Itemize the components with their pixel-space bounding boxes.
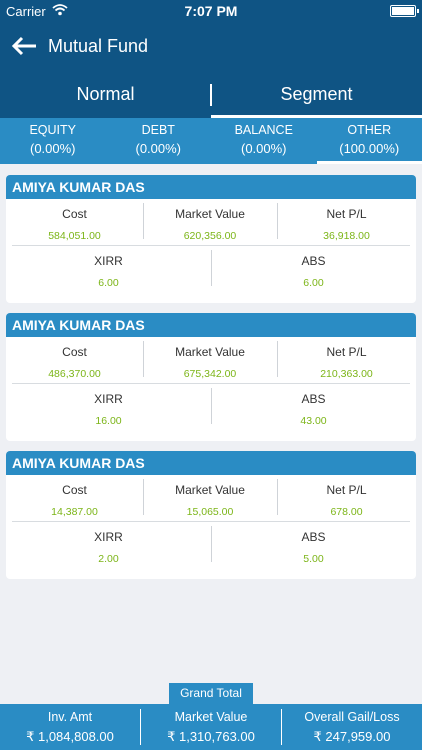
net-pl-label: Net P/L bbox=[326, 483, 367, 497]
fund-card[interactable]: AMIYA KUMAR DAS Cost 584,051.00 Market Va… bbox=[6, 175, 416, 303]
overall-gain-loss-value: ₹ 247,959.00 bbox=[313, 729, 391, 744]
abs-value: 43.00 bbox=[300, 415, 327, 427]
cost-label: Cost bbox=[62, 345, 87, 359]
xirr-label: XIRR bbox=[94, 254, 123, 268]
fund-card[interactable]: AMIYA KUMAR DAS Cost 14,387.00 Market Val… bbox=[6, 451, 416, 579]
market-value: 675,342.00 bbox=[183, 368, 237, 380]
overall-gain-loss-label: Overall Gail/Loss bbox=[304, 710, 400, 724]
xirr-value: 16.00 bbox=[95, 415, 122, 427]
segment-percent: (0.00%) bbox=[29, 141, 76, 156]
cost-value: 14,387.00 bbox=[51, 506, 98, 518]
abs-label: ABS bbox=[301, 392, 326, 406]
segment-percent: (100.00%) bbox=[339, 141, 400, 156]
fund-card[interactable]: AMIYA KUMAR DAS Cost 486,370.00 Market Va… bbox=[6, 313, 416, 441]
status-bar: Carrier 7:07 PM bbox=[0, 0, 422, 22]
net-pl-label: Net P/L bbox=[326, 207, 367, 221]
grand-total-label: Grand Total bbox=[169, 683, 253, 704]
market-value-label: Market Value bbox=[175, 345, 245, 359]
market-value-label: Market Value bbox=[175, 207, 245, 221]
xirr-label: XIRR bbox=[94, 530, 123, 544]
cost-label: Cost bbox=[62, 207, 87, 221]
segment-tabs: EQUITY (0.00%) DEBT (0.00%) BALANCE (0.0… bbox=[0, 118, 422, 164]
abs-label: ABS bbox=[301, 530, 326, 544]
battery-icon bbox=[390, 5, 419, 17]
total-market-value: ₹ 1,310,763.00 bbox=[167, 729, 255, 744]
app-bar: Mutual Fund bbox=[0, 22, 422, 72]
inv-amt-label: Inv. Amt bbox=[47, 710, 93, 724]
segment-percent: (0.00%) bbox=[135, 141, 182, 156]
segment-tab-balance[interactable]: BALANCE (0.00%) bbox=[211, 118, 317, 164]
back-arrow-icon[interactable] bbox=[10, 32, 40, 62]
abs-value: 6.00 bbox=[303, 277, 324, 289]
inv-amt-value: ₹ 1,084,808.00 bbox=[26, 729, 114, 744]
segment-name: DEBT bbox=[141, 123, 175, 137]
segment-name: BALANCE bbox=[234, 123, 293, 137]
investor-name: AMIYA KUMAR DAS bbox=[6, 451, 416, 475]
segment-percent: (0.00%) bbox=[240, 141, 287, 156]
mode-tabs: Normal Segment bbox=[0, 72, 422, 118]
clock: 7:07 PM bbox=[184, 3, 238, 19]
tab-segment[interactable]: Segment bbox=[211, 72, 422, 118]
xirr-value: 2.00 bbox=[98, 553, 119, 565]
segment-tab-equity[interactable]: EQUITY (0.00%) bbox=[0, 118, 106, 164]
tab-normal[interactable]: Normal bbox=[0, 72, 211, 118]
abs-value: 5.00 bbox=[303, 553, 324, 565]
net-pl-value: 36,918.00 bbox=[323, 230, 370, 242]
xirr-label: XIRR bbox=[94, 392, 123, 406]
net-pl-value: 678.00 bbox=[330, 506, 363, 518]
market-value: 15,065.00 bbox=[186, 506, 234, 518]
abs-label: ABS bbox=[301, 254, 326, 268]
total-market-value-label: Market Value bbox=[174, 710, 248, 724]
cost-value: 486,370.00 bbox=[48, 368, 101, 380]
investor-name: AMIYA KUMAR DAS bbox=[6, 175, 416, 199]
grand-total-bar: Inv. Amt ₹ 1,084,808.00 Market Value ₹ 1… bbox=[0, 704, 422, 750]
cost-value: 584,051.00 bbox=[48, 230, 101, 242]
market-value: 620,356.00 bbox=[183, 230, 237, 242]
net-pl-value: 210,363.00 bbox=[320, 368, 373, 380]
market-value-label: Market Value bbox=[175, 483, 245, 497]
segment-tab-other[interactable]: OTHER (100.00%) bbox=[316, 118, 422, 164]
segment-name: OTHER bbox=[347, 123, 392, 137]
page-title: Mutual Fund bbox=[48, 36, 149, 56]
segment-name: EQUITY bbox=[29, 123, 77, 137]
segment-tab-debt[interactable]: DEBT (0.00%) bbox=[106, 118, 212, 164]
investor-name: AMIYA KUMAR DAS bbox=[6, 313, 416, 337]
cost-label: Cost bbox=[62, 483, 87, 497]
xirr-value: 6.00 bbox=[98, 277, 119, 289]
net-pl-label: Net P/L bbox=[326, 345, 367, 359]
